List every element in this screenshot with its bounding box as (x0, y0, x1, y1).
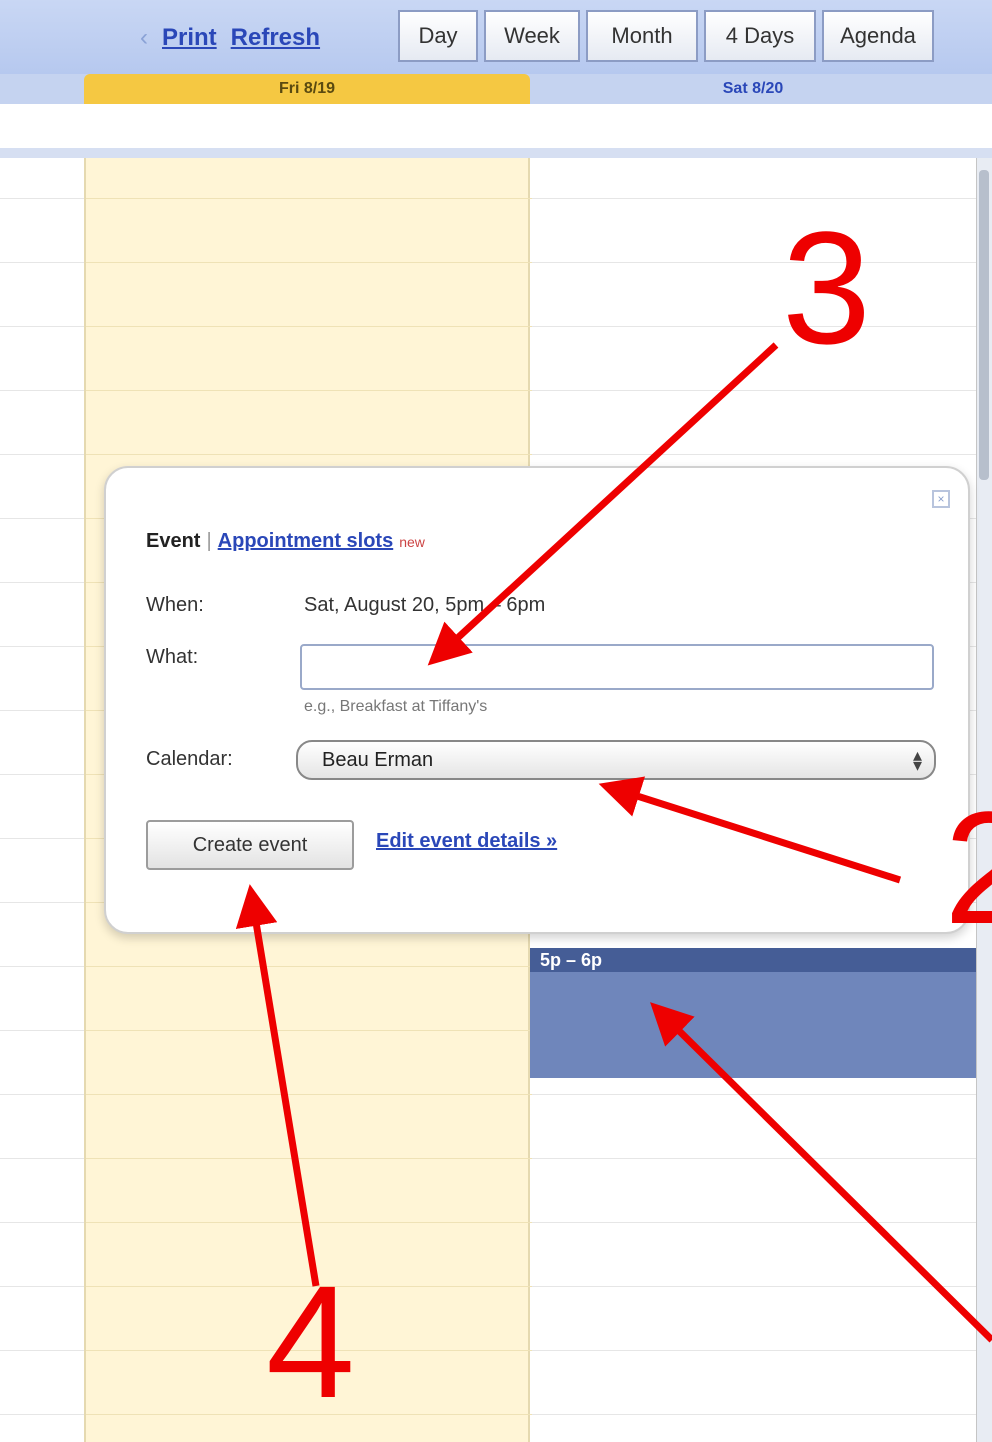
column-header-sat[interactable]: Sat 8/20 (530, 74, 976, 104)
hour-line (86, 1158, 532, 1159)
toolbar-links: ‹ Print Refresh (140, 18, 320, 58)
new-event-time: 5p – 6p (530, 948, 976, 972)
popup-tabs: Event | Appointment slots new (146, 530, 425, 553)
when-label: When: (146, 594, 204, 616)
hour-line (86, 1030, 532, 1031)
hour-line (86, 262, 532, 263)
create-event-button[interactable]: Create event (146, 820, 354, 870)
when-value: Sat, August 20, 5pm – 6pm (304, 594, 546, 616)
quick-event-popup: × Event | Appointment slots new When: Sa… (104, 466, 970, 934)
hour-line (86, 966, 532, 967)
hour-line (86, 1222, 532, 1223)
tab-appointment-slots[interactable]: Appointment slots (218, 530, 394, 553)
hour-line (86, 454, 532, 455)
view-month-button[interactable]: Month (586, 10, 698, 62)
print-link[interactable]: Print (162, 24, 217, 52)
edit-event-details-link[interactable]: Edit event details » (376, 830, 557, 853)
hour-line (86, 390, 532, 391)
select-stepper-icon: ▴ ▾ (912, 745, 922, 775)
calendar-select-value: Beau Erman (322, 748, 434, 771)
view-agenda-button[interactable]: Agenda (822, 10, 934, 62)
close-icon[interactable]: × (932, 490, 950, 508)
tab-event[interactable]: Event (146, 530, 200, 553)
view-4days-button[interactable]: 4 Days (704, 10, 816, 62)
annotation-number-2: 2 (944, 788, 992, 957)
calendar-label: Calendar: (146, 748, 233, 770)
what-label: What: (146, 646, 199, 668)
what-input[interactable] (300, 644, 934, 690)
tab-separator: | (206, 530, 212, 552)
what-hint: e.g., Breakfast at Tiffany's (304, 698, 488, 715)
annotation-number-3: 3 (782, 198, 871, 377)
all-day-row[interactable] (0, 104, 992, 148)
prev-arrow-icon[interactable]: ‹ (140, 24, 148, 52)
view-week-button[interactable]: Week (484, 10, 580, 62)
view-day-button[interactable]: Day (398, 10, 478, 62)
annotation-number-4: 4 (266, 1252, 355, 1431)
scroll-thumb[interactable] (979, 170, 989, 480)
view-switcher: Day Week Month 4 Days Agenda (398, 10, 934, 62)
calendar-select[interactable]: Beau Erman ▴ ▾ (296, 740, 936, 780)
hour-line (86, 1094, 532, 1095)
all-day-separator (0, 148, 992, 158)
hour-line (86, 198, 532, 199)
new-badge: new (399, 533, 425, 550)
refresh-link[interactable]: Refresh (231, 24, 320, 52)
hour-line (86, 326, 532, 327)
column-header-fri[interactable]: Fri 8/19 (84, 74, 530, 104)
